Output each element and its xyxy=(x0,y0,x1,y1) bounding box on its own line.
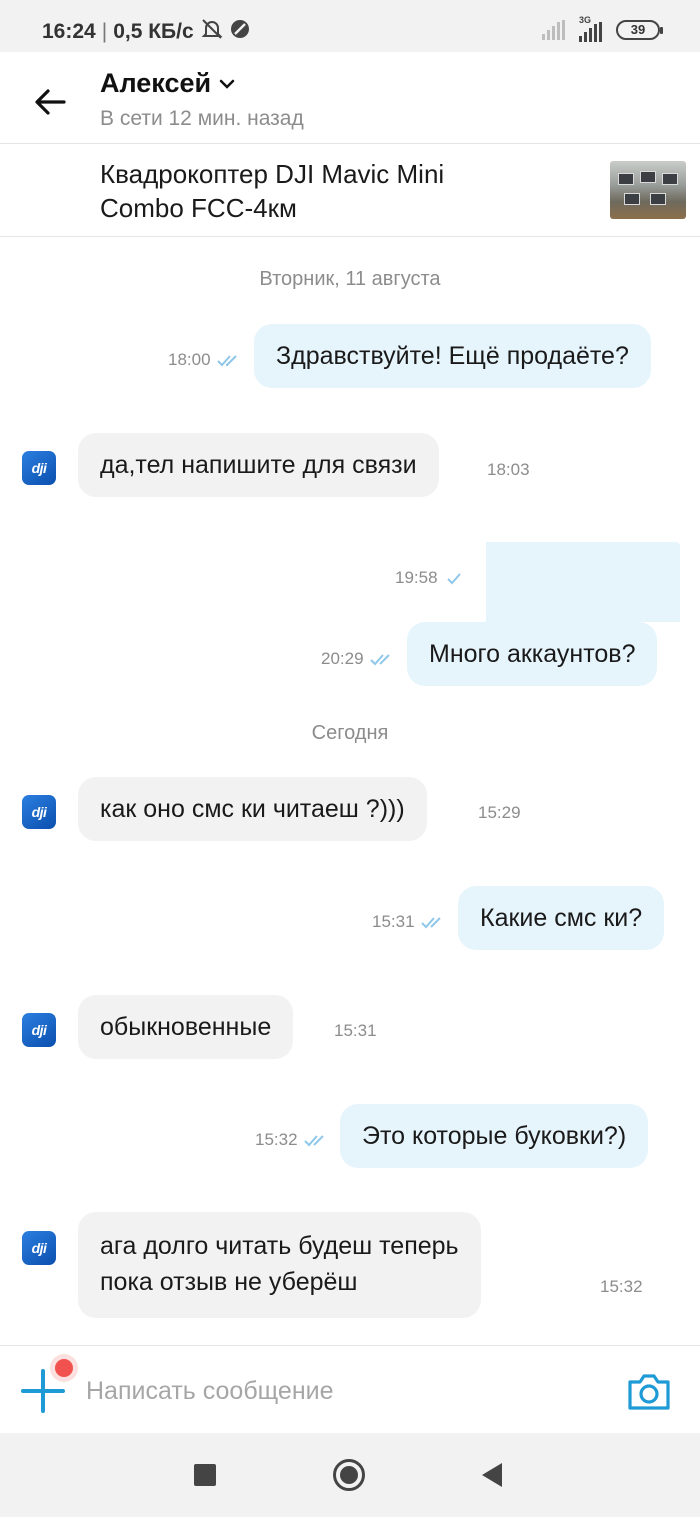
message-time: 15:29 xyxy=(478,803,521,822)
no-disturb-icon xyxy=(230,19,250,45)
message-time: 15:32 xyxy=(255,1130,330,1150)
chevron-down-icon xyxy=(219,79,235,89)
message-input-bar xyxy=(0,1345,700,1433)
contact-status: В сети 12 мин. назад xyxy=(100,107,304,130)
back-button[interactable] xyxy=(30,82,70,122)
avatar[interactable]: dji xyxy=(22,1231,56,1265)
status-bar: 16:24 | 0,5 КБ/с 3G 39 xyxy=(0,0,700,52)
message-time: 15:32 xyxy=(600,1277,643,1296)
message-bubble-outgoing[interactable]: Много аккаунтов? xyxy=(407,622,658,686)
avatar[interactable]: dji xyxy=(22,451,56,485)
product-thumbnail[interactable] xyxy=(610,161,686,219)
message-time: 15:31 xyxy=(372,912,447,932)
battery-icon: 39 xyxy=(616,20,663,40)
message-time: 18:03 xyxy=(487,460,530,479)
recent-apps-button[interactable] xyxy=(194,1464,216,1486)
message-time: 15:31 xyxy=(334,1021,377,1040)
nav-back-button[interactable] xyxy=(482,1463,502,1487)
chat-header: Алексей В сети 12 мин. назад xyxy=(0,52,700,144)
message-text-line2: пока отзыв не уберёш xyxy=(100,1268,358,1296)
back-arrow-icon xyxy=(35,89,66,115)
contact-name-dropdown[interactable]: Алексей xyxy=(100,68,235,99)
status-left: 16:24 | 0,5 КБ/с xyxy=(42,18,250,46)
status-time: 16:24 xyxy=(42,20,96,43)
product-title-line2: Combo FCC-4км xyxy=(100,193,297,223)
system-nav-bar xyxy=(0,1433,700,1517)
home-button[interactable] xyxy=(333,1459,365,1491)
message-input[interactable] xyxy=(86,1372,586,1410)
battery-level: 39 xyxy=(630,22,646,37)
double-check-icon xyxy=(216,355,237,367)
date-separator-1: Вторник, 11 августа xyxy=(259,268,441,290)
message-bubble-outgoing[interactable]: Здравствуйте! Ещё продаёте? xyxy=(254,324,651,388)
camera-button[interactable] xyxy=(626,1372,672,1412)
message-bubble-incoming[interactable]: обыкновенные xyxy=(78,995,294,1059)
message-time: 20:29 xyxy=(321,649,396,669)
double-check-icon xyxy=(420,917,441,929)
status-right: 3G 39 xyxy=(542,15,663,42)
signal-strong-icon: 3G xyxy=(579,15,602,42)
message-text-line1: ага долго читать будеш теперь xyxy=(100,1232,459,1260)
product-bar[interactable]: Квадрокоптер DJI Mavic Mini Combo FCC-4к… xyxy=(0,145,700,237)
double-check-icon xyxy=(369,654,390,666)
message-bubble-outgoing[interactable]: Какие смс ки? xyxy=(458,886,665,950)
message-time: 18:00 xyxy=(168,350,243,370)
message-bubble-incoming[interactable]: как оно смс ки читаеш ?))) xyxy=(78,777,427,841)
redacted-message xyxy=(486,542,680,622)
avatar[interactable]: dji xyxy=(22,795,56,829)
single-check-icon xyxy=(446,573,461,585)
status-separator: | xyxy=(101,20,108,43)
message-bubble-outgoing[interactable]: Это которые буковки?) xyxy=(340,1104,649,1168)
camera-icon xyxy=(628,1374,670,1410)
mute-bell-icon xyxy=(200,18,224,46)
signal-weak-icon xyxy=(542,20,565,40)
product-title: Квадрокоптер DJI Mavic Mini Combo FCC-4к… xyxy=(100,157,560,225)
chat-messages[interactable]: Вторник, 11 августа 18:00 Здравствуйте! … xyxy=(0,238,700,1344)
message-time: 19:58 xyxy=(395,568,470,588)
avatar[interactable]: dji xyxy=(22,1013,56,1047)
network-type: 3G xyxy=(579,15,592,25)
date-separator-2: Сегодня xyxy=(311,722,389,744)
product-title-line1: Квадрокоптер DJI Mavic Mini xyxy=(100,159,445,189)
double-check-icon xyxy=(303,1135,324,1147)
message-bubble-incoming[interactable]: да,тел напишите для связи xyxy=(78,433,439,497)
notification-dot xyxy=(55,1359,73,1377)
status-speed: 0,5 КБ/с xyxy=(113,20,194,43)
message-bubble-incoming[interactable]: ага долго читать будеш теперь пока отзыв… xyxy=(78,1212,481,1318)
contact-name: Алексей xyxy=(100,68,212,98)
